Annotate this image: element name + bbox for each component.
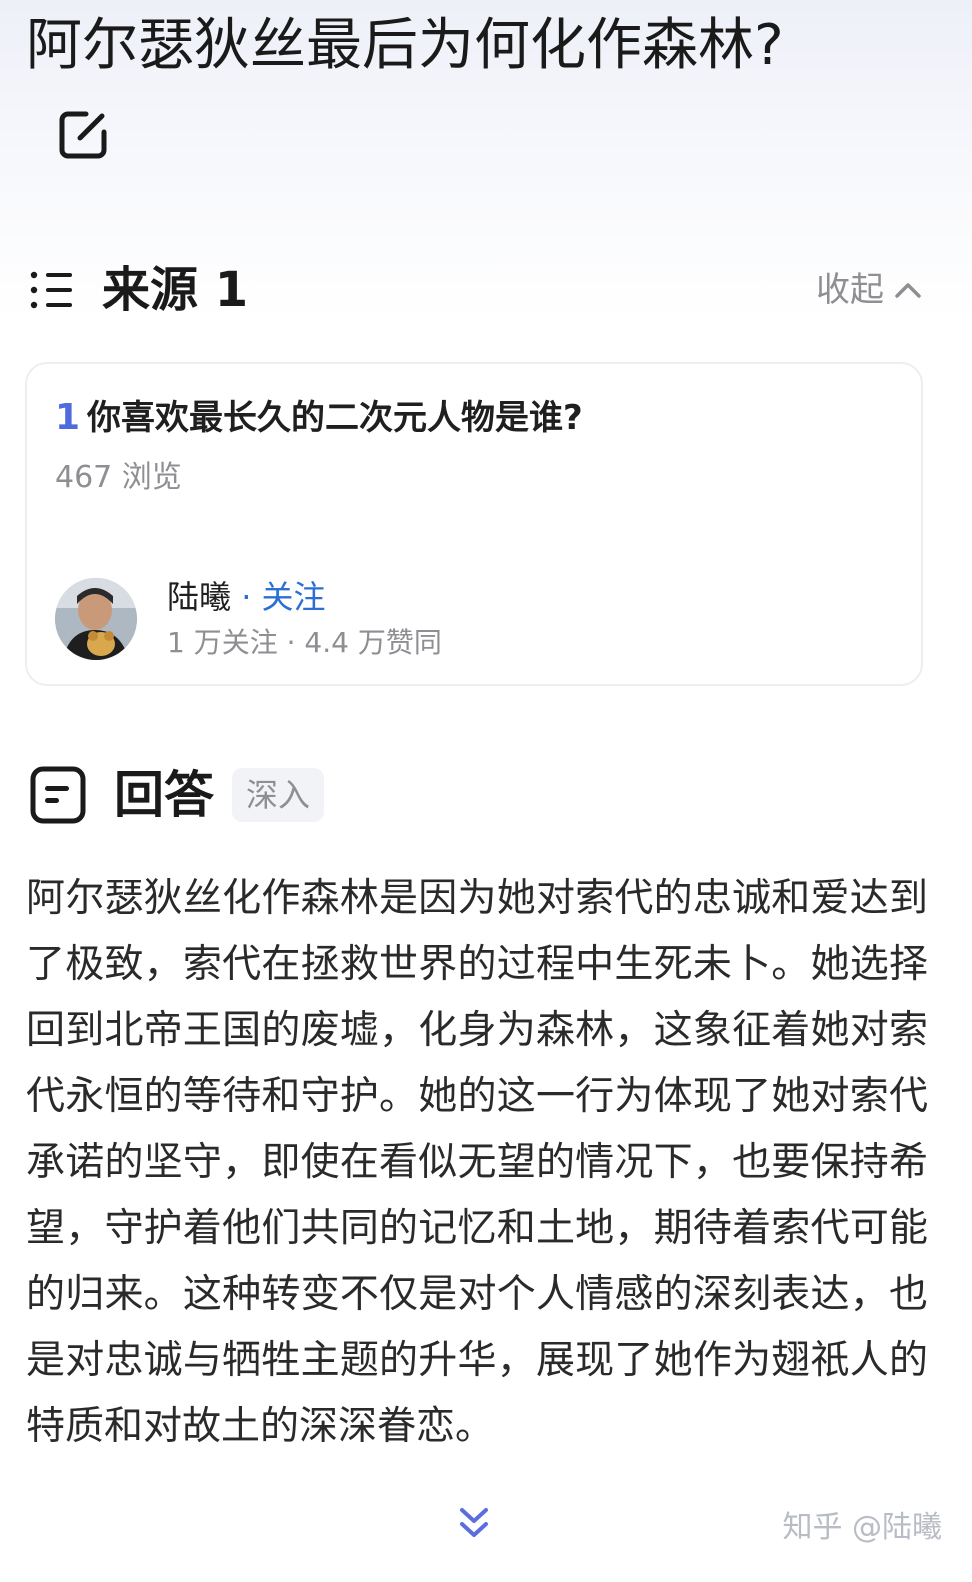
source-card[interactable]: 1 你喜欢最长久的二次元人物是谁? 467 浏览 陆曦 · 关注 1 万关注 ·… [25,362,923,686]
deep-dive-badge[interactable]: 深入 [232,768,325,822]
answer-body: 阿尔瑟狄丝化作森林是因为她对索代的忠诚和爱达到了极致，索代在拯救世界的过程中生死… [26,876,928,1449]
answer-header: 回答 深入 [30,764,630,828]
double-chevron-down-icon[interactable] [454,1502,494,1542]
sources-title: 来源 1 [102,262,249,318]
document-icon [30,766,86,824]
avatar[interactable] [55,578,137,660]
follow-separator: · [231,578,262,616]
source-index: 1 [55,397,81,438]
author-name-row: 陆曦 · 关注 [167,574,326,620]
list-icon [30,271,72,309]
follow-button[interactable]: 关注 [262,578,326,616]
source-views: 467 浏览 [55,460,182,495]
author-name[interactable]: 陆曦 [167,578,231,616]
collapse-button[interactable]: 收起 [816,268,922,312]
collapse-label: 收起 [816,270,884,310]
chevron-up-icon [895,283,921,298]
avatar-image [55,578,137,660]
question-title: 阿尔瑟狄丝最后为何化作森林? [26,13,784,78]
sources-header: 来源 1 收起 [30,258,930,322]
watermark: 知乎 @陆曦 [782,1510,942,1545]
source-question-link[interactable]: 你喜欢最长久的二次元人物是谁? [87,394,583,442]
answer-title: 回答 [114,766,214,824]
author-stats: 1 万关注 · 4.4 万赞同 [167,626,442,659]
edit-icon[interactable] [56,108,110,162]
